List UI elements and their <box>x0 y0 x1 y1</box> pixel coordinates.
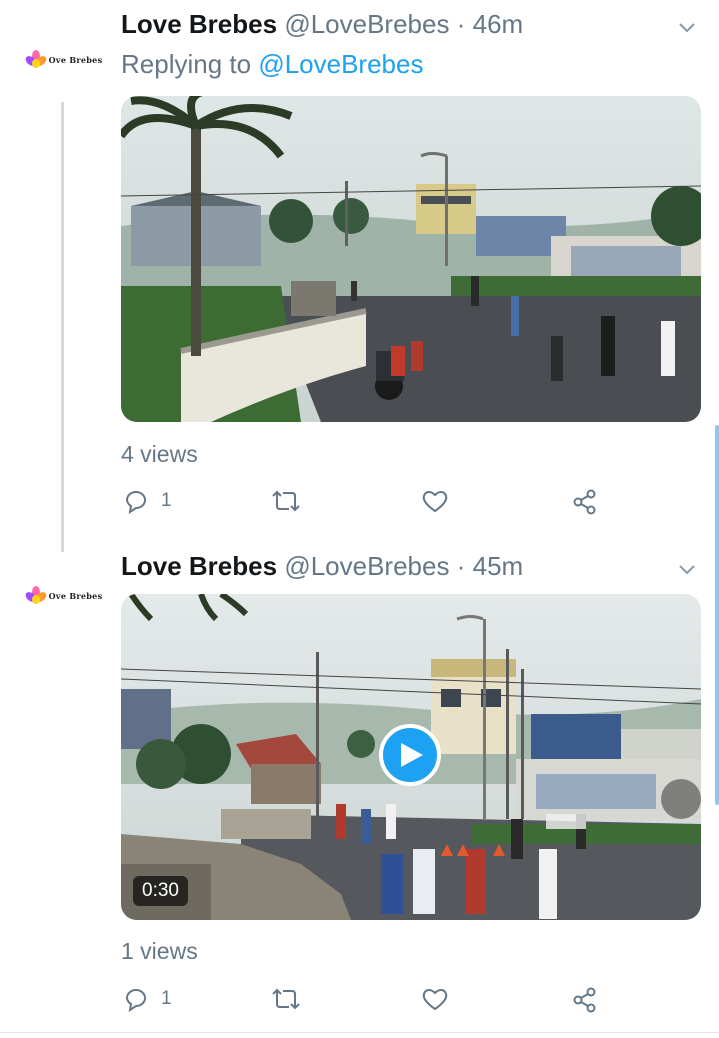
separator: · <box>456 551 466 581</box>
tweet-media[interactable] <box>121 96 701 422</box>
tweet-1[interactable]: Ove Brebes Love Brebes @LoveBrebes · 46m… <box>0 0 719 552</box>
tweet-2[interactable]: Ove Brebes Love Brebes @LoveBrebes · 45m <box>0 550 719 1038</box>
tweet-header: Love Brebes @LoveBrebes · 45m <box>121 550 523 582</box>
tweet-actions: 1 <box>121 986 611 1020</box>
retweet-icon <box>272 490 300 512</box>
view-count: 4 views <box>121 441 198 467</box>
tweet-divider <box>0 1032 719 1033</box>
brand-logo: Ove Brebes <box>23 586 103 606</box>
video-thumbnail <box>121 96 701 422</box>
retweet-button[interactable] <box>271 488 301 514</box>
avatar[interactable]: Ove Brebes <box>22 554 106 638</box>
play-icon <box>401 743 423 767</box>
flower-logo-icon <box>23 586 48 606</box>
reply-button[interactable]: 1 <box>123 986 172 1012</box>
share-button[interactable] <box>571 986 599 1014</box>
flower-logo-icon <box>23 50 48 70</box>
chevron-down-icon[interactable] <box>677 18 697 38</box>
retweet-icon <box>272 988 300 1010</box>
logo-text: Ove Brebes <box>48 55 103 65</box>
author-handle[interactable]: @LoveBrebes <box>284 551 449 581</box>
author-name[interactable]: Love Brebes <box>121 551 277 581</box>
chevron-down-icon[interactable] <box>677 560 697 580</box>
retweet-button[interactable] <box>271 986 301 1012</box>
share-icon <box>573 489 596 515</box>
heart-icon <box>422 491 448 513</box>
timestamp[interactable]: 46m <box>473 9 524 39</box>
tweet-header: Love Brebes @LoveBrebes · 46m <box>121 8 523 40</box>
logo-text: Ove Brebes <box>48 591 103 601</box>
timestamp[interactable]: 45m <box>473 551 524 581</box>
reply-count: 1 <box>161 988 172 1009</box>
share-icon <box>573 987 596 1013</box>
replying-label: Replying to <box>121 49 252 79</box>
video-duration: 0:30 <box>133 876 188 906</box>
reply-count: 1 <box>161 490 172 511</box>
tweet-video[interactable]: 0:30 <box>121 594 701 920</box>
avatar[interactable]: Ove Brebes <box>22 18 106 102</box>
reply-icon <box>125 989 146 1012</box>
reply-button[interactable]: 1 <box>123 488 172 514</box>
reply-icon <box>125 491 146 514</box>
replying-to: Replying to @LoveBrebes <box>121 48 423 80</box>
tweet-actions: 1 <box>121 488 611 522</box>
thread-line <box>61 102 64 552</box>
separator: · <box>456 9 466 39</box>
replying-mention-link[interactable]: @LoveBrebes <box>258 49 423 79</box>
share-button[interactable] <box>571 488 599 516</box>
brand-logo: Ove Brebes <box>23 50 103 70</box>
like-button[interactable] <box>421 986 449 1012</box>
heart-icon <box>422 989 448 1011</box>
author-name[interactable]: Love Brebes <box>121 9 277 39</box>
view-count: 1 views <box>121 938 198 964</box>
play-button[interactable] <box>379 724 441 786</box>
author-handle[interactable]: @LoveBrebes <box>284 9 449 39</box>
like-button[interactable] <box>421 488 449 514</box>
